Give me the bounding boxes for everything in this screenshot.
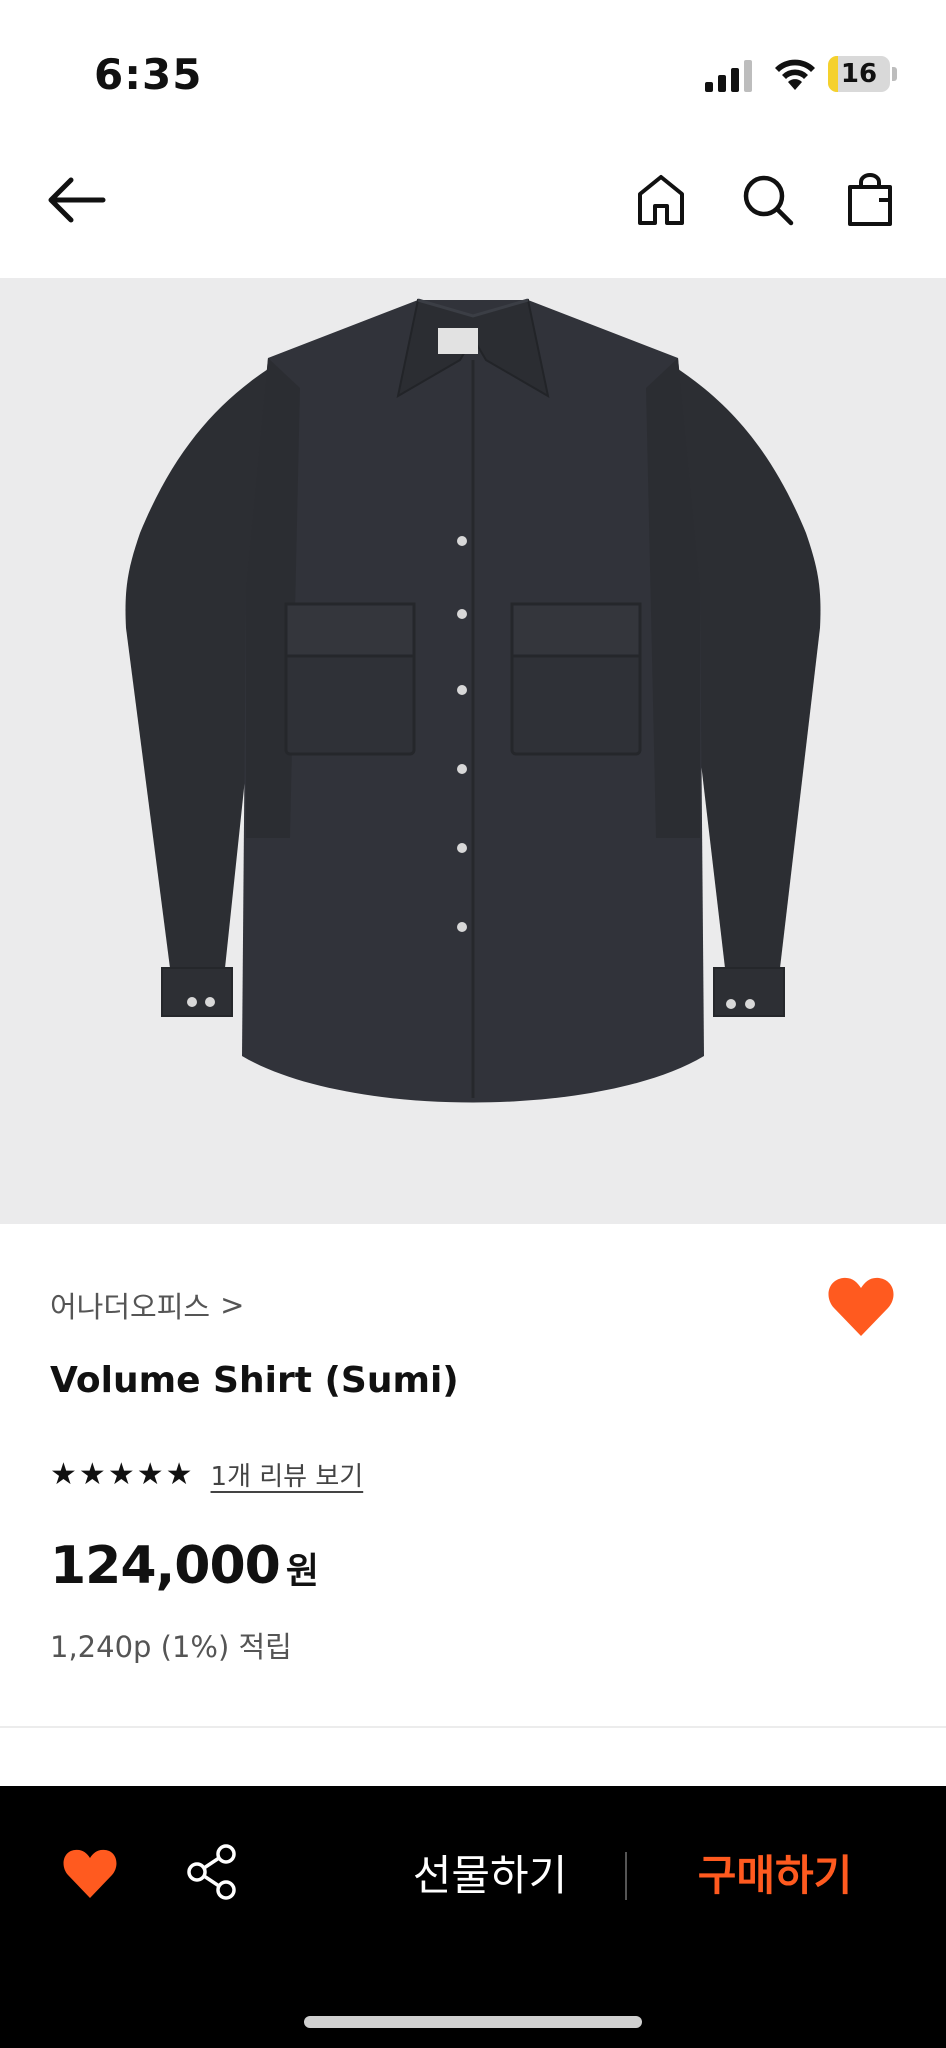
star-icon: ★ [165, 1456, 193, 1492]
wishlist-heart-icon[interactable] [826, 1276, 896, 1338]
home-indicator[interactable] [304, 2016, 642, 2028]
product-info: 어나더오피스 > Volume Shirt (Sumi) ★ ★ ★ ★ ★ 1… [0, 1224, 946, 1726]
wifi-icon [775, 59, 815, 90]
brand-name: 어나더오피스 [50, 1290, 211, 1324]
chevron-right-icon: > [220, 1288, 245, 1322]
price: 124,000 [50, 1536, 281, 1596]
reward-points: 1,240p (1%) 적립 [50, 1630, 292, 1664]
star-icon: ★ [107, 1456, 135, 1492]
star-icon: ★ [50, 1456, 77, 1492]
star-icon: ★ [78, 1456, 106, 1492]
home-icon [638, 175, 684, 225]
bottom-action-bar: 선물하기 구매하기 [0, 1786, 946, 2048]
signal-icon [705, 60, 752, 92]
heart-icon[interactable] [62, 1848, 118, 1900]
gift-button[interactable]: 선물하기 [380, 1846, 600, 1906]
currency: 원 [285, 1551, 319, 1592]
review-link[interactable]: 1개 리뷰 보기 [211, 1456, 364, 1493]
arrow-left-icon [48, 177, 106, 223]
home-button[interactable] [626, 165, 696, 235]
back-button[interactable] [42, 165, 112, 235]
product-name: Volume Shirt (Sumi) [50, 1360, 459, 1401]
shopping-bag-icon [848, 173, 892, 226]
share-icon[interactable] [186, 1844, 238, 1900]
top-nav [0, 140, 946, 278]
buy-button[interactable]: 구매하기 [660, 1846, 890, 1906]
battery-percent: 16 [840, 59, 878, 89]
price-row: 124,000 원 [50, 1536, 319, 1596]
separator [625, 1852, 627, 1900]
product-image[interactable] [0, 278, 946, 1224]
status-time: 6:35 [94, 50, 203, 99]
shopping-bag-button[interactable] [835, 165, 905, 235]
brand-link[interactable]: 어나더오피스 > [50, 1284, 244, 1326]
shirt-image [125, 298, 821, 1103]
search-button[interactable] [733, 165, 803, 235]
rating-row: ★ ★ ★ ★ ★ 1개 리뷰 보기 [50, 1456, 363, 1493]
star-icon: ★ [136, 1456, 164, 1492]
rating-stars: ★ ★ ★ ★ ★ [50, 1456, 193, 1492]
search-icon [743, 175, 794, 226]
status-bar: 6:35 16 [0, 0, 946, 140]
battery-indicator: 16 [828, 56, 898, 92]
divider [0, 1726, 946, 1728]
